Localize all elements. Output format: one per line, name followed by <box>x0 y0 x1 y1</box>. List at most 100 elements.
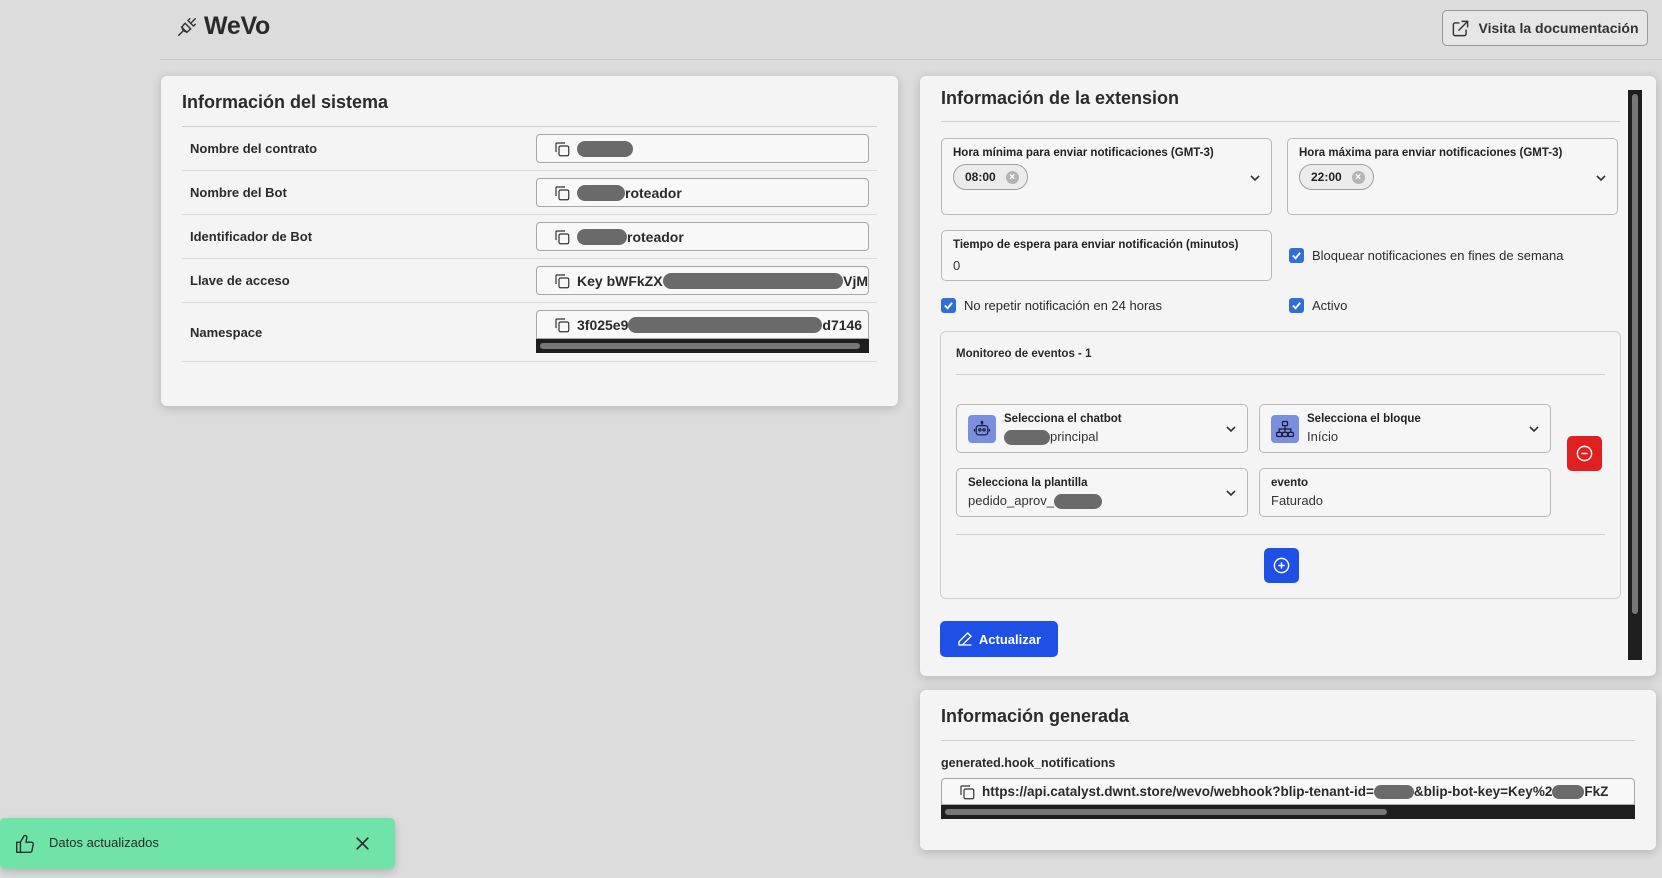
copy-icon[interactable] <box>553 272 571 290</box>
redacted-text <box>662 272 844 289</box>
namespace-label: Namespace <box>190 324 263 340</box>
toast-message: Datos actualizados <box>49 835 159 850</box>
copy-icon[interactable] <box>958 783 976 801</box>
chatbot-select[interactable]: Selecciona el chatbot principal <box>956 404 1248 453</box>
system-info-table: Nombre del contrato Nombre del Bot rotea… <box>182 127 877 362</box>
divider <box>956 534 1605 535</box>
wait-time-label: Tiempo de espera para enviar notificació… <box>953 239 1239 251</box>
contract-name-field[interactable] <box>536 134 869 163</box>
active-label: Activo <box>1312 298 1348 313</box>
plus-circle-icon <box>1273 557 1290 574</box>
webhook-url-part2: &blip-bot-key=Key%2 <box>1413 784 1553 799</box>
active-checkbox[interactable]: Activo <box>1289 298 1347 313</box>
chatbot-value: principal <box>1004 429 1099 446</box>
documentation-button-label: Visita la documentación <box>1478 20 1639 36</box>
thumbs-up-icon <box>16 834 34 853</box>
copy-icon[interactable] <box>553 140 571 158</box>
add-event-button[interactable] <box>1264 548 1299 583</box>
bot-name-label: Nombre del Bot <box>190 185 287 200</box>
block-value: Início <box>1307 429 1339 444</box>
chevron-down-icon[interactable] <box>1528 423 1540 435</box>
access-key-field[interactable]: Key bWFkZX VjM <box>536 266 869 295</box>
hook-notifications-label: generated.hook_notifications <box>941 756 1116 770</box>
block-weekends-checkbox[interactable]: Bloquear notificaciones en fines de sema… <box>1289 248 1564 263</box>
hierarchy-icon-box <box>1271 415 1299 443</box>
copy-icon[interactable] <box>553 228 571 246</box>
check-icon <box>1292 252 1301 260</box>
event-label: evento <box>1271 477 1309 489</box>
event-input[interactable]: Faturado <box>1271 493 1323 508</box>
max-hour-chip[interactable]: 22:00 × <box>1299 164 1374 190</box>
check-icon <box>1292 302 1301 310</box>
template-value-text: pedido_aprov_ <box>968 493 1055 508</box>
copy-icon[interactable] <box>553 316 571 334</box>
redacted-text <box>577 228 627 245</box>
template-value: pedido_aprov_ <box>968 493 1103 510</box>
bot-id-value: roteador <box>627 228 684 245</box>
redacted-text <box>1004 430 1050 446</box>
event-field[interactable]: evento Faturado <box>1259 468 1551 517</box>
wait-time-input[interactable]: 0 <box>953 258 960 273</box>
access-key-label: Llave de acceso <box>190 273 290 288</box>
remove-event-button[interactable] <box>1567 436 1602 471</box>
check-icon <box>944 302 953 310</box>
webhook-url-scrollbar[interactable] <box>941 805 1635 819</box>
namespace-prefix: 3f025e9 <box>577 316 629 333</box>
max-hour-select[interactable]: Hora máxima para enviar notificaciones (… <box>1287 138 1618 215</box>
bot-id-field[interactable]: roteador <box>536 222 869 251</box>
copy-icon[interactable] <box>553 184 571 202</box>
chevron-down-icon[interactable] <box>1595 172 1607 184</box>
redacted-text <box>577 184 625 201</box>
bot-id-label: Identificador de Bot <box>190 229 313 244</box>
redacted-text <box>1054 494 1103 510</box>
min-hour-label: Hora mínima para enviar notificaciones (… <box>953 147 1214 159</box>
extension-scrollbar[interactable] <box>1628 90 1642 660</box>
chevron-down-icon[interactable] <box>1225 423 1237 435</box>
chatbot-label: Selecciona el chatbot <box>1004 413 1122 425</box>
redacted-text <box>628 316 823 333</box>
generated-info-card: Información generada generated.hook_noti… <box>920 690 1656 850</box>
table-row: Namespace 3f025e9 d7146 <box>182 303 877 362</box>
close-icon[interactable] <box>354 835 371 852</box>
access-key-prefix: Key bWFkZX <box>577 272 663 289</box>
bot-name-value: roteador <box>625 184 682 201</box>
logo: WeVo <box>176 12 270 41</box>
event-monitor-section: Monitoreo de eventos - 1 Selecciona el c… <box>940 331 1621 599</box>
update-button[interactable]: Actualizar <box>940 621 1058 657</box>
template-select[interactable]: Selecciona la plantilla pedido_aprov_ <box>956 468 1248 517</box>
min-hour-chip[interactable]: 08:00 × <box>953 164 1028 190</box>
chevron-down-icon[interactable] <box>1249 172 1261 184</box>
chevron-down-icon[interactable] <box>1225 487 1237 499</box>
chatbot-value-text: principal <box>1050 429 1099 444</box>
namespace-field[interactable]: 3f025e9 d7146 <box>536 310 869 339</box>
access-key-suffix: VjM <box>843 272 868 289</box>
contract-name-label: Nombre del contrato <box>190 141 318 156</box>
max-hour-value: 22:00 <box>1311 170 1342 184</box>
divider <box>956 374 1605 375</box>
checkbox-checked[interactable] <box>1289 298 1304 313</box>
update-button-label: Actualizar <box>978 631 1042 647</box>
checkbox-checked[interactable] <box>941 298 956 313</box>
min-hour-select[interactable]: Hora mínima para enviar notificaciones (… <box>941 138 1272 215</box>
block-select[interactable]: Selecciona el bloque Início <box>1259 404 1551 453</box>
block-label: Selecciona el bloque <box>1307 413 1421 425</box>
block-weekends-label: Bloquear notificaciones en fines de sema… <box>1312 248 1564 263</box>
divider <box>941 740 1635 741</box>
clear-icon[interactable]: × <box>1005 170 1019 184</box>
documentation-button[interactable]: Visita la documentación <box>1442 10 1648 46</box>
checkbox-checked[interactable] <box>1289 248 1304 263</box>
minus-circle-icon <box>1576 445 1593 462</box>
robot-icon-box <box>968 415 996 443</box>
namespace-scrollbar[interactable] <box>536 339 869 353</box>
table-row: Nombre del contrato <box>182 127 877 171</box>
system-info-card: Información del sistema Nombre del contr… <box>161 76 898 406</box>
webhook-url-field[interactable]: https://api.catalyst.dwnt.store/wevo/web… <box>941 778 1635 805</box>
redacted-text <box>577 140 633 157</box>
no-repeat-checkbox[interactable]: No repetir notificación en 24 horas <box>941 298 1162 313</box>
wait-time-field[interactable]: Tiempo de espera para enviar notificació… <box>941 230 1272 281</box>
table-row: Llave de acceso Key bWFkZX VjM <box>182 259 877 303</box>
template-label: Selecciona la plantilla <box>968 477 1088 489</box>
bot-name-field[interactable]: roteador <box>536 178 869 207</box>
clear-icon[interactable]: × <box>1351 170 1365 184</box>
table-row: Nombre del Bot roteador <box>182 171 877 215</box>
